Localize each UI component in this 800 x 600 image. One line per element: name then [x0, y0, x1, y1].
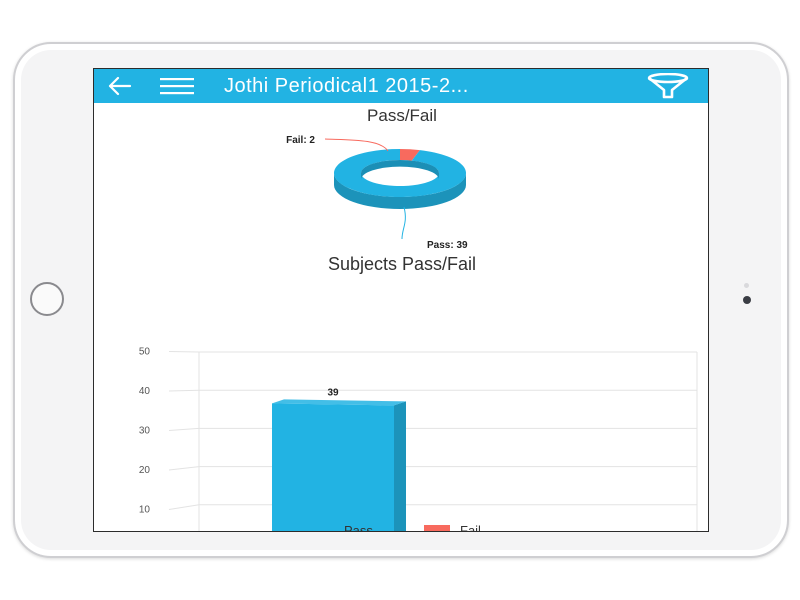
- y-tick-label: 10: [139, 505, 151, 516]
- home-button[interactable]: [30, 282, 64, 316]
- sensor-dot: [744, 283, 749, 288]
- page-title: Jothi Periodical1 2015-2...: [224, 75, 469, 97]
- legend-label-pass[interactable]: Pass: [344, 523, 373, 532]
- fail-connector: [324, 138, 389, 152]
- bar-chart-title: Subjects Pass/Fail: [327, 254, 477, 274]
- funnel-filter-icon[interactable]: [646, 73, 690, 99]
- gridline: [168, 504, 697, 510]
- y-tick-label: 30: [139, 426, 151, 437]
- data-label-pass: 39: [327, 387, 339, 398]
- app-bar: Jothi Periodical1 2015-2...: [94, 69, 708, 103]
- subjects-bar-chart: 010203040506-all science 392 PassFail: [139, 347, 698, 532]
- data-label-pass: Pass: 39: [427, 240, 468, 249]
- pass-connector: [401, 206, 406, 240]
- y-tick-label: 50: [139, 347, 151, 358]
- bar-side-face: [394, 401, 406, 531]
- camera-dot: [743, 296, 751, 304]
- app-screen: Jothi Periodical1 2015-2... Pass/Fail Fa…: [93, 68, 709, 532]
- arrow-left-icon[interactable]: [106, 75, 132, 97]
- gridline: [168, 427, 697, 431]
- gridline: [168, 389, 697, 392]
- legend-swatch-fail: [424, 525, 450, 531]
- legend-swatch-pass: [308, 525, 334, 531]
- pie-chart-title: Pass/Fail: [367, 106, 437, 125]
- legend-label-fail[interactable]: Fail: [460, 523, 481, 532]
- data-label-fail: Fail: 2: [286, 135, 315, 146]
- gridline: [168, 466, 697, 471]
- y-tick-label: 40: [139, 386, 151, 397]
- bar-pass[interactable]: [272, 399, 406, 532]
- y-tick-label: 20: [139, 465, 151, 476]
- gridline: [168, 351, 697, 353]
- hamburger-menu-icon[interactable]: [160, 77, 194, 95]
- bar-front-face: [272, 403, 394, 531]
- pass-fail-donut-chart: Fail: 2 Pass: 39: [286, 135, 468, 249]
